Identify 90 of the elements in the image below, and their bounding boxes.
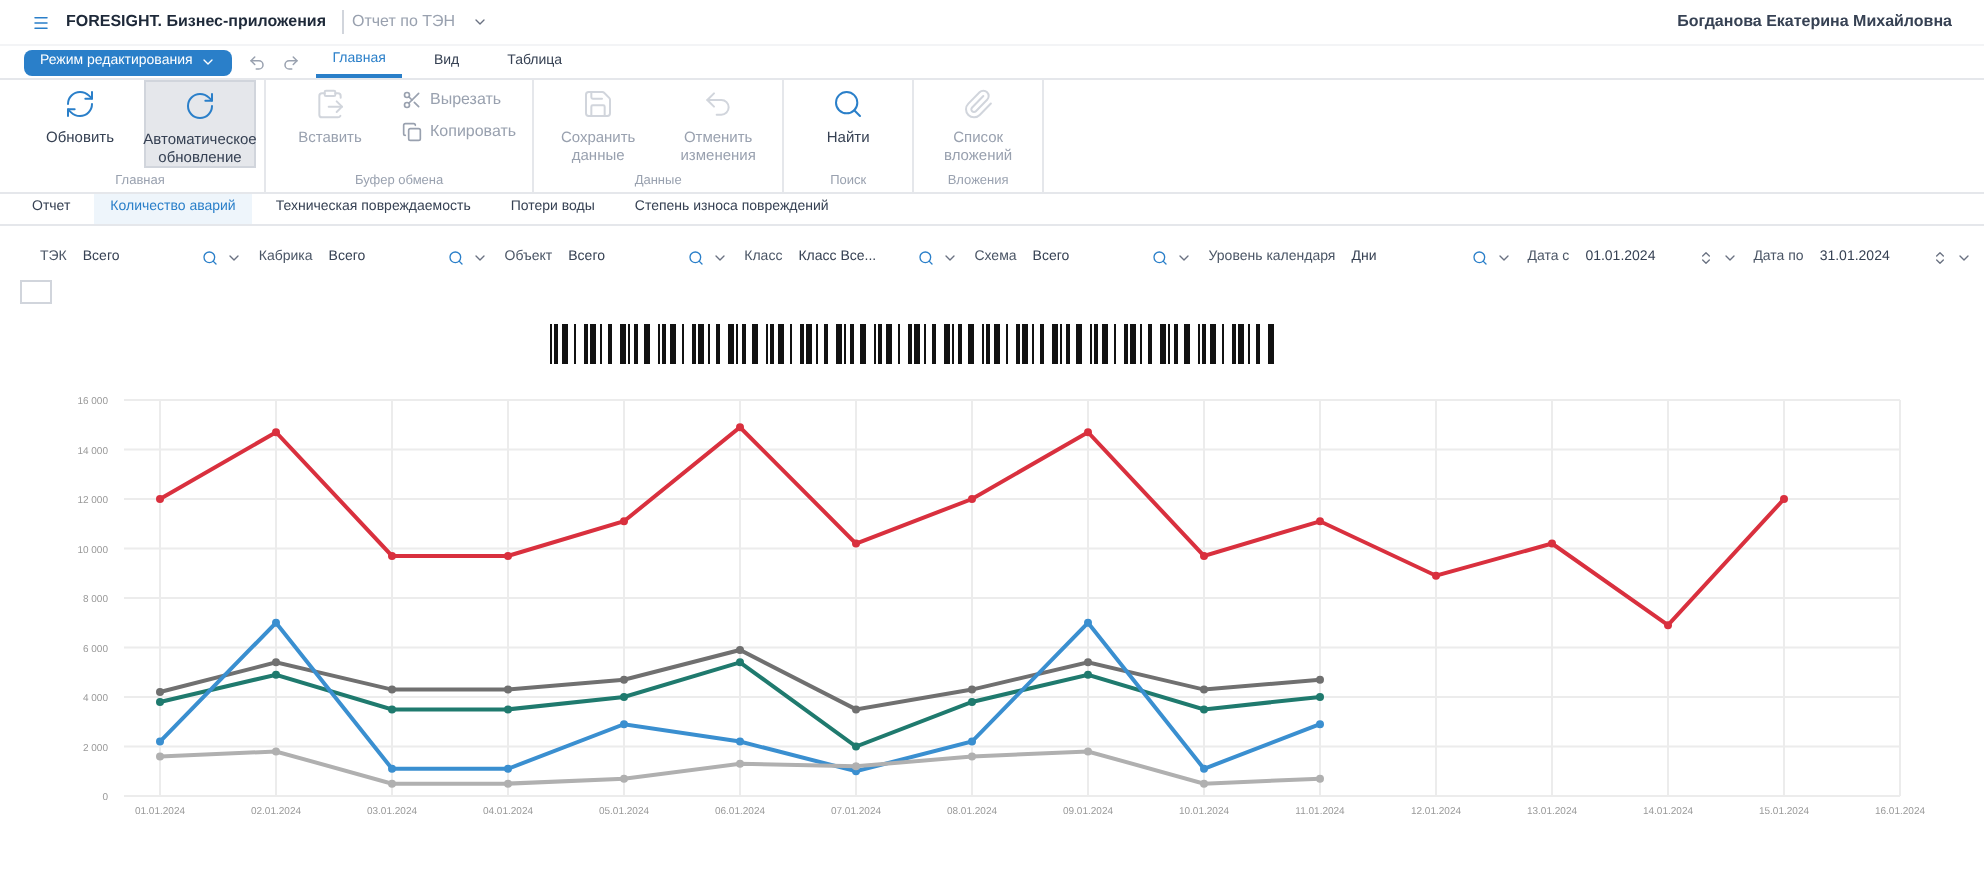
point — [1200, 685, 1208, 694]
search-icon[interactable] — [918, 250, 935, 266]
point — [388, 685, 396, 694]
dropdown-icon[interactable] — [1721, 250, 1738, 266]
point — [504, 685, 512, 694]
point — [156, 697, 164, 706]
point — [156, 737, 164, 746]
point — [1084, 658, 1092, 667]
dropdown-icon[interactable] — [942, 250, 959, 266]
point — [620, 675, 628, 684]
menu-icon[interactable] — [32, 13, 50, 31]
point — [736, 759, 744, 768]
point — [736, 645, 744, 654]
app-title: FORESIGHT. Бизнес-приложения — [66, 10, 326, 34]
search-icon[interactable] — [1471, 250, 1488, 266]
point — [620, 693, 628, 701]
point — [1432, 571, 1440, 580]
point — [1084, 747, 1092, 756]
save-icon — [582, 88, 615, 120]
point — [388, 764, 396, 773]
user-name[interactable]: Богданова Екатерина Михайловна — [1677, 10, 1952, 34]
dropdown-icon[interactable] — [1176, 250, 1193, 266]
redo-icon[interactable] — [282, 53, 301, 71]
point — [272, 747, 280, 756]
dropdown-icon[interactable] — [226, 250, 243, 266]
point — [852, 742, 860, 751]
search-icon[interactable] — [448, 250, 465, 266]
point — [1780, 495, 1788, 503]
point — [1200, 705, 1208, 714]
dropdown-icon[interactable] — [471, 14, 488, 30]
scissors-icon — [402, 90, 422, 110]
point — [736, 658, 744, 667]
point — [1664, 621, 1672, 630]
point — [852, 539, 860, 548]
point — [1200, 779, 1208, 788]
stepper-icon[interactable] — [1931, 250, 1948, 266]
point — [1084, 618, 1092, 627]
copy-icon — [402, 122, 422, 142]
search-icon[interactable] — [688, 250, 705, 266]
paste-icon — [314, 88, 346, 120]
point — [1084, 670, 1092, 679]
point — [504, 705, 512, 714]
point — [388, 705, 396, 714]
point — [968, 685, 976, 694]
point — [1316, 693, 1324, 701]
point — [156, 495, 164, 503]
point — [1084, 428, 1092, 437]
point — [156, 688, 164, 697]
point — [1316, 517, 1324, 526]
paperclip-icon — [962, 88, 995, 120]
point — [968, 737, 976, 746]
point — [620, 517, 628, 526]
refresh-icon — [184, 90, 216, 122]
undo-icon[interactable] — [248, 53, 267, 71]
stepper-icon[interactable] — [1697, 250, 1714, 266]
point — [1316, 675, 1324, 684]
dropdown-icon[interactable] — [1495, 250, 1512, 266]
point — [968, 752, 976, 761]
point — [504, 551, 512, 560]
point — [968, 495, 976, 503]
point — [156, 752, 164, 761]
point — [852, 762, 860, 771]
checkbox[interactable] — [20, 280, 52, 304]
search-icon — [832, 88, 865, 120]
point — [620, 774, 628, 783]
undo-icon — [702, 88, 735, 120]
point — [272, 658, 280, 667]
point — [272, 618, 280, 627]
search-icon[interactable] — [202, 250, 219, 266]
point — [1316, 774, 1324, 783]
point — [968, 697, 976, 706]
point — [388, 779, 396, 788]
point — [852, 705, 860, 714]
point — [1200, 764, 1208, 773]
point — [272, 670, 280, 679]
point — [1316, 720, 1324, 729]
search-icon[interactable] — [1152, 250, 1169, 266]
caret-icon — [200, 54, 217, 70]
refresh-icon — [64, 88, 96, 120]
dropdown-icon[interactable] — [472, 250, 489, 266]
point — [388, 551, 396, 560]
point — [736, 737, 744, 746]
point — [736, 423, 744, 432]
point — [1548, 539, 1556, 548]
point — [1200, 551, 1208, 560]
dropdown-icon[interactable] — [712, 250, 729, 266]
point — [504, 764, 512, 773]
point — [620, 720, 628, 729]
point — [272, 428, 280, 437]
dropdown-icon[interactable] — [1955, 250, 1972, 266]
